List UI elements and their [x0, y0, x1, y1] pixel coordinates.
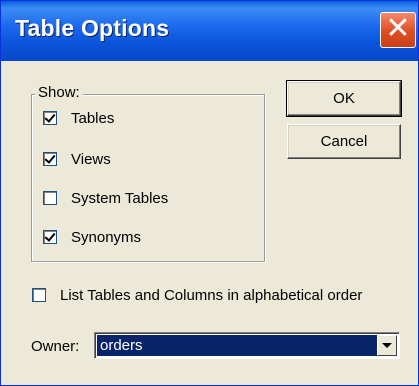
checkbox-system-tables-box[interactable] [43, 191, 57, 205]
cancel-button[interactable]: Cancel [287, 124, 401, 159]
close-icon: ✕ [385, 11, 411, 46]
ok-button[interactable]: OK [286, 80, 402, 117]
checkbox-tables[interactable]: Tables [43, 108, 114, 128]
checkbox-tables-box[interactable] [43, 111, 57, 125]
title-bar[interactable]: Table Options ✕ [1, 1, 418, 61]
checkbox-synonyms-label: Synonyms [71, 228, 142, 246]
checkbox-alphabetical-box[interactable] [32, 288, 46, 302]
owner-label: Owner: [31, 338, 80, 355]
checkbox-views-box[interactable] [43, 152, 57, 166]
checkbox-views-label: Views [71, 150, 111, 168]
dropdown-arrow-icon[interactable] [377, 335, 397, 356]
checkbox-synonyms[interactable]: Synonyms [43, 227, 141, 247]
close-button[interactable]: ✕ [380, 12, 416, 48]
dialog-title: Table Options [15, 15, 170, 41]
checkbox-tables-label: Tables [71, 109, 115, 127]
show-group-label: Show: [35, 84, 83, 101]
checkbox-synonyms-box[interactable] [43, 230, 57, 244]
checkbox-alphabetical[interactable]: List Tables and Columns in alphabetical … [32, 285, 362, 305]
checkbox-views[interactable]: Views [43, 149, 111, 169]
checkbox-system-tables-label: System Tables [71, 189, 169, 207]
checkbox-system-tables[interactable]: System Tables [43, 188, 168, 208]
checkbox-alphabetical-label: List Tables and Columns in alphabetical … [60, 286, 363, 304]
owner-selected-value[interactable]: orders [97, 335, 377, 356]
table-options-dialog: Table Options ✕ Show: Tables Views Syste… [0, 0, 419, 386]
owner-combobox[interactable]: orders [94, 332, 400, 359]
